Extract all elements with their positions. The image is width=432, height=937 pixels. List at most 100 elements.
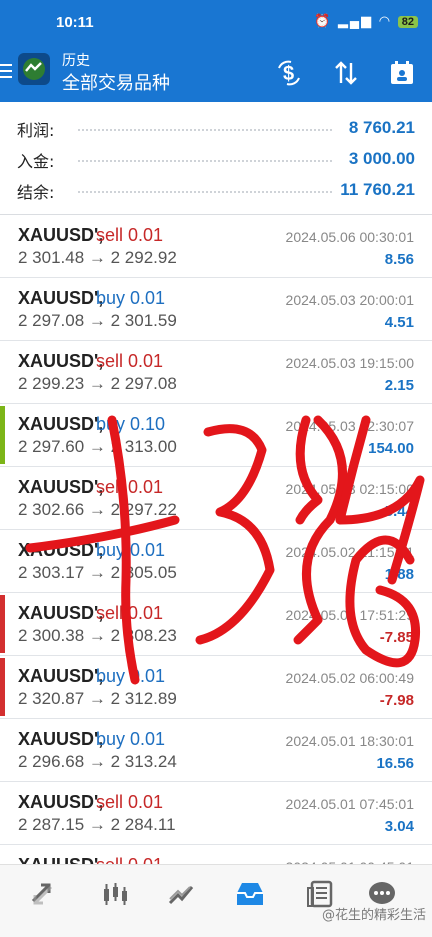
trade-prices: 2 287.15 → 2 284.11: [18, 815, 176, 834]
trade-time: 2024.05.06 00:30:01: [285, 229, 414, 245]
alarm-icon: ⏰: [314, 13, 333, 28]
calendar-icon: [391, 61, 413, 84]
trade-row[interactable]: XAUUSD', buy 0.01 2 320.87 → 2 312.89 2024.…: [0, 656, 432, 719]
trade-symbol: XAUUSD',: [18, 477, 104, 497]
trade-time: 2024.05.02 21:15:01: [285, 544, 414, 560]
trade-prices: 2 320.87 → 2 312.89: [18, 689, 177, 708]
sort-button[interactable]: [329, 56, 363, 90]
summary-value: 8 760.21: [348, 118, 415, 137]
summary-label: 利润:: [17, 117, 59, 141]
nav-chart[interactable]: [95, 877, 135, 911]
trade-time: 2024.05.03 20:00:01: [285, 292, 414, 308]
trade-symbol: XAUUSD',: [18, 540, 104, 560]
trade-side: buy 0.01: [96, 729, 166, 749]
trade-profit: 2.15: [384, 377, 414, 394]
status-time: 10:11: [56, 14, 94, 31]
position-indicator: [0, 658, 5, 716]
trade-profit: 154.00: [368, 440, 414, 457]
position-indicator: [0, 595, 5, 653]
chart-icon: [104, 883, 127, 905]
trade-time: 2024.05.02 06:00:49: [285, 670, 414, 686]
trade-symbol: XAUUSD',: [18, 792, 104, 812]
trade-row[interactable]: XAUUSD', buy 0.01 2 303.17 → 2 305.05 2024.…: [0, 530, 432, 593]
trade-time: 2024.05.03 02:15:00: [285, 481, 414, 497]
status-icons: ⏰ ▂▄▆ ◠ 82: [314, 13, 418, 29]
trade-side: sell 0.01: [96, 477, 164, 497]
trade-row[interactable]: XAUUSD', buy 0.10 2 297.60 → 2 313.00 2024.…: [0, 404, 432, 467]
trade-time: 2024.05.01 18:30:01: [285, 733, 414, 749]
trade-time: 2024.05.01 07:45:01: [285, 796, 414, 812]
trade-side: buy 0.10: [96, 414, 166, 434]
trade-side: buy 0.01: [96, 288, 166, 308]
summary-label: 结余:: [17, 179, 59, 203]
trade-prices: 2 300.38 → 2 308.23: [18, 626, 177, 645]
history-icon: [237, 883, 263, 905]
trade-time: 2024.05.03 12:30:07: [285, 418, 414, 434]
page-title: 全部交易品种: [62, 73, 170, 94]
summary-value: 3 000.00: [348, 149, 415, 168]
trade-row[interactable]: XAUUSD', buy 0.01 2 297.08 → 2 301.59 2024.…: [0, 278, 432, 341]
trade-side: sell 0.01: [96, 225, 164, 245]
trade-profit: 1.88: [384, 566, 414, 583]
trade-symbol: XAUUSD',: [18, 414, 104, 434]
trade-row[interactable]: XAUUSD', buy 0.01 2 296.68 → 2 313.24 2024.…: [0, 719, 432, 782]
trade-prices: 2 299.23 → 2 297.08: [18, 374, 177, 393]
trade-side: sell 0.01: [96, 792, 164, 812]
svg-text:$: $: [283, 63, 294, 85]
signal-icon: ▂▄▆: [337, 13, 374, 28]
nav-quotes[interactable]: [22, 877, 62, 911]
trade-row[interactable]: XAUUSD', sell 0.01 2 299.23 → 2 297.08 2024…: [0, 341, 432, 404]
trade-symbol: XAUUSD',: [18, 603, 104, 623]
summary-label: 入金:: [17, 148, 59, 172]
trade-profit: 8.56: [384, 251, 414, 268]
trade-profit: 16.56: [376, 755, 414, 772]
deposit-button[interactable]: $: [272, 56, 306, 90]
summary-value: 11 760.21: [340, 180, 415, 199]
trade-icon: [168, 886, 194, 905]
period-button[interactable]: [385, 56, 419, 90]
app-bar: 历史 全部交易品种 $: [0, 44, 432, 102]
nav-trade[interactable]: [161, 877, 201, 911]
battery-icon: 82: [397, 16, 418, 28]
trade-side: sell 0.01: [96, 603, 164, 623]
summary-row-deposit: 入金: 3 000.00: [0, 143, 432, 174]
trade-time: 2024.05.02 17:51:29: [285, 607, 414, 623]
trade-prices: 2 296.68 → 2 313.24: [18, 752, 177, 771]
metatrader-logo-icon: [18, 53, 50, 85]
trade-prices: 2 297.60 → 2 313.00: [18, 437, 177, 456]
trade-profit: -7.98: [379, 692, 414, 709]
currency-exchange-icon: $: [278, 60, 300, 86]
trade-symbol: XAUUSD',: [18, 351, 104, 371]
trade-symbol: XAUUSD',: [18, 225, 104, 245]
summary-panel: 利润: 8 760.21 入金: 3 000.00 结余: 11 760.21: [0, 112, 432, 205]
trade-row[interactable]: XAUUSD', sell 0.01 2 301.48 → 2 292.92 2024…: [0, 215, 432, 278]
trade-row[interactable]: XAUUSD', sell 0.01 2 300.38 → 2 308.23 2024…: [0, 593, 432, 656]
trade-time: 2024.05.03 19:15:00: [285, 355, 414, 371]
trade-side: sell 0.01: [96, 351, 164, 371]
trade-prices: 2 297.08 → 2 301.59: [18, 311, 177, 330]
summary-row-balance: 结余: 11 760.21: [0, 174, 432, 205]
status-bar: 10:11 ⏰ ▂▄▆ ◠ 82: [0, 0, 432, 44]
summary-row-profit: 利润: 8 760.21: [0, 112, 432, 143]
position-indicator: [0, 406, 5, 464]
trade-symbol: XAUUSD',: [18, 288, 104, 308]
wifi-icon: ◠: [378, 13, 393, 28]
trade-profit: 3.04: [384, 818, 414, 835]
trade-history-list[interactable]: XAUUSD', sell 0.01 2 301.48 → 2 292.92 2024…: [0, 215, 432, 908]
trade-row[interactable]: XAUUSD', sell 0.01 2 302.66 → 2 297.22 2024…: [0, 467, 432, 530]
header-subtitle: 历史: [62, 53, 90, 69]
trade-profit: 5.44: [384, 503, 414, 520]
watermark-text: @花生的精彩生活: [321, 908, 426, 923]
menu-icon[interactable]: [0, 64, 12, 78]
trade-side: buy 0.01: [96, 666, 166, 686]
trade-side: buy 0.01: [96, 540, 166, 560]
bottom-navigation: [0, 864, 432, 937]
trade-prices: 2 301.48 → 2 292.92: [18, 248, 177, 267]
sort-icon: [335, 61, 357, 85]
nav-history[interactable]: [230, 877, 270, 911]
trade-profit: -7.85: [379, 629, 414, 646]
quotes-icon: [31, 883, 53, 905]
trade-row[interactable]: XAUUSD', sell 0.01 2 287.15 → 2 284.11 2024…: [0, 782, 432, 845]
trade-symbol: XAUUSD',: [18, 666, 104, 686]
trade-symbol: XAUUSD',: [18, 729, 104, 749]
